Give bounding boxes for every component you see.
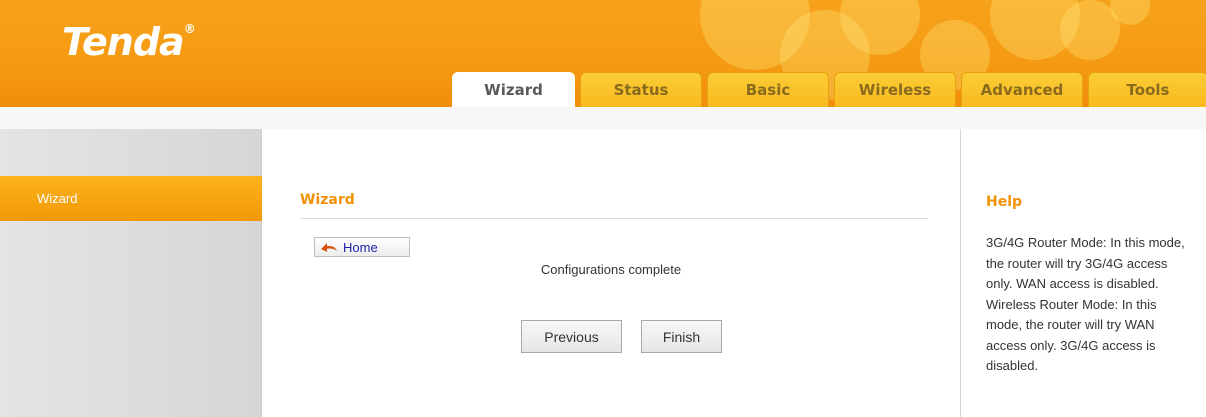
home-button[interactable]: Home — [314, 237, 410, 257]
sidebar: Wizard — [0, 129, 262, 417]
tab-tools[interactable]: Tools — [1088, 72, 1206, 107]
help-panel: Help 3G/4G Router Mode: In this mode, th… — [960, 129, 1206, 417]
help-text: 3G/4G Router Mode: In this mode, the rou… — [986, 235, 1185, 373]
header-strip — [0, 107, 1206, 129]
back-arrow-icon — [321, 243, 337, 252]
tab-wizard[interactable]: Wizard — [452, 72, 575, 107]
main-content: Wizard Home Configurations complete Prev… — [263, 129, 959, 417]
tab-status[interactable]: Status — [580, 72, 702, 107]
help-title: Help — [986, 194, 1023, 210]
logo-text: Tenda — [62, 20, 185, 64]
previous-button[interactable]: Previous — [521, 320, 622, 353]
tenda-logo: Tenda® — [62, 20, 196, 64]
page-title: Wizard — [300, 192, 355, 208]
home-button-label: Home — [343, 239, 378, 255]
header-banner: Tenda® Wizard Status Basic Wireless Adva… — [0, 0, 1206, 107]
title-divider — [300, 218, 928, 219]
tab-basic[interactable]: Basic — [707, 72, 829, 107]
tab-advanced[interactable]: Advanced — [961, 72, 1083, 107]
status-message: Configurations complete — [540, 262, 682, 277]
sidebar-item-wizard[interactable]: Wizard — [0, 176, 262, 221]
tab-wireless[interactable]: Wireless — [834, 72, 956, 107]
registered-mark: ® — [183, 22, 196, 37]
finish-button[interactable]: Finish — [641, 320, 722, 353]
